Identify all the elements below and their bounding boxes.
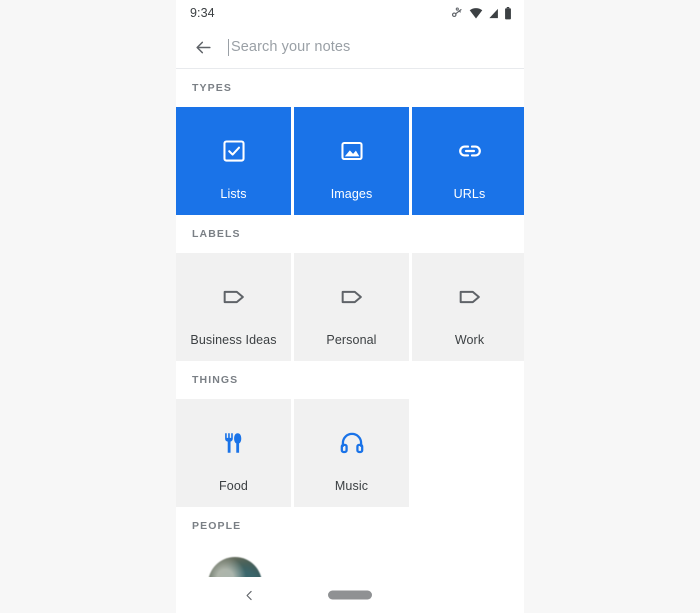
tile-food[interactable]: Food — [176, 399, 291, 507]
tile-images[interactable]: Images — [294, 107, 409, 215]
headphones-icon — [339, 426, 365, 460]
section-header-labels: LABELS — [176, 215, 524, 253]
search-bar: Search your notes — [176, 26, 524, 68]
tile-urls[interactable]: URLs — [412, 107, 524, 215]
tile-label-work: Work — [454, 333, 485, 347]
label-tag-icon — [338, 280, 366, 314]
tile-personal[interactable]: Personal — [294, 253, 409, 361]
checkbox-icon — [221, 134, 247, 168]
nav-home-pill[interactable] — [328, 590, 372, 600]
label-tag-icon — [456, 280, 484, 314]
tile-music[interactable]: Music — [294, 399, 409, 507]
section-title-types: TYPES — [192, 82, 232, 94]
nav-back-chevron-icon[interactable] — [238, 584, 260, 606]
search-placeholder: Search your notes — [231, 39, 351, 55]
section-title-things: THINGS — [192, 374, 239, 386]
section-header-people: PEOPLE — [176, 507, 524, 545]
section-title-labels: LABELS — [192, 228, 241, 240]
status-icon-group — [450, 6, 512, 20]
status-time: 9:34 — [190, 5, 215, 20]
section-header-things: THINGS — [176, 361, 524, 399]
vpn-key-icon — [450, 7, 464, 19]
tile-label-images: Images — [330, 187, 373, 201]
back-arrow-icon[interactable] — [190, 34, 216, 60]
label-tag-icon — [220, 280, 248, 314]
section-header-types: TYPES — [176, 69, 524, 107]
restaurant-icon — [221, 426, 247, 460]
tile-label-business-ideas: Business Ideas — [190, 333, 277, 347]
section-title-people: PEOPLE — [192, 520, 242, 532]
search-input[interactable]: Search your notes — [228, 34, 510, 60]
tile-label-music: Music — [334, 479, 369, 493]
cell-signal-icon — [488, 8, 499, 19]
tile-business-ideas[interactable]: Business Ideas — [176, 253, 291, 361]
status-bar: 9:34 — [176, 0, 524, 26]
text-caret — [228, 38, 229, 56]
tile-label-personal: Personal — [326, 333, 377, 347]
battery-icon — [504, 6, 512, 20]
screenshot-root: 9:34 Search your notes TYPES Lists Image… — [0, 0, 700, 613]
link-icon — [456, 134, 484, 168]
system-navigation-bar — [176, 577, 524, 613]
tile-label-urls: URLs — [453, 187, 486, 201]
phone-screen: 9:34 Search your notes TYPES Lists Image… — [176, 0, 524, 613]
tile-row-labels: Business Ideas Personal Work — [176, 253, 524, 361]
tile-work[interactable]: Work — [412, 253, 524, 361]
image-icon — [339, 134, 365, 168]
tile-row-types: Lists Images URLs — [176, 107, 524, 215]
tile-label-food: Food — [219, 479, 248, 493]
tile-lists[interactable]: Lists — [176, 107, 291, 215]
tile-label-lists: Lists — [220, 187, 247, 201]
tile-row-things: Food Music — [176, 399, 524, 507]
wifi-icon — [469, 7, 483, 19]
